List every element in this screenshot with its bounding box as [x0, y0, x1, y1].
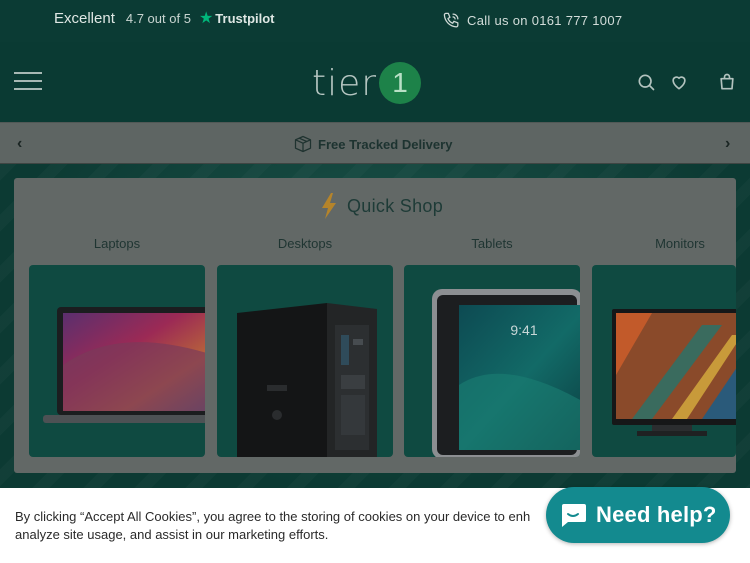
site-logo[interactable]: tier 1 — [312, 62, 422, 104]
tablet-image: 9:41 — [432, 289, 580, 457]
cookie-text: By clicking “Accept All Cookies”, you ag… — [15, 508, 575, 544]
call-us-link[interactable]: Call us on 0161 777 1007 — [442, 11, 622, 30]
delivery-text: Free Tracked Delivery — [318, 136, 453, 152]
category-label-laptops[interactable]: Laptops — [29, 236, 205, 251]
category-label-tablets[interactable]: Tablets — [404, 236, 580, 251]
cookie-text-line-2: analyze site usage, and assist in our ma… — [15, 527, 329, 542]
category-card-monitors[interactable] — [592, 265, 736, 457]
desktop-tower-image — [237, 303, 377, 457]
category-card-laptops[interactable] — [29, 265, 205, 457]
cookie-text-line-1: By clicking “Accept All Cookies”, you ag… — [15, 509, 531, 524]
phone-icon — [443, 12, 459, 28]
category-card-desktops[interactable] — [217, 265, 393, 457]
tablet-clock-text: 9:41 — [510, 322, 537, 338]
top-bar: Excellent 4.7 out of 5 ★ Trustpilot Call… — [0, 0, 750, 42]
chat-bubble-icon — [562, 504, 586, 527]
banner-prev-chevron-icon[interactable]: ‹ — [17, 135, 22, 153]
lightning-bolt-icon — [322, 193, 336, 219]
chat-help-label: Need help? — [596, 502, 717, 527]
laptop-image — [43, 307, 205, 423]
trustpilot-rating[interactable]: Excellent 4.7 out of 5 ★ Trustpilot — [54, 10, 275, 27]
site-header: tier 1 — [0, 42, 750, 122]
monitor-image — [612, 309, 736, 436]
menu-icon[interactable] — [14, 72, 42, 90]
quick-shop-title: Quick Shop — [347, 195, 444, 216]
quick-shop-heading: Quick Shop — [319, 192, 443, 220]
cart-bag-icon[interactable] — [717, 72, 737, 92]
package-box-icon — [294, 135, 312, 153]
banner-next-chevron-icon[interactable]: › — [725, 135, 730, 153]
category-label-monitors[interactable]: Monitors — [592, 236, 750, 251]
chat-help-button[interactable]: Need help? — [546, 487, 730, 543]
trustpilot-star-icon: ★ — [198, 9, 214, 27]
delivery-banner: ‹ Free Tracked Delivery › — [0, 122, 750, 164]
category-card-tablets[interactable]: 9:41 — [404, 265, 580, 457]
call-us-text: Call us on 0161 777 1007 — [467, 13, 623, 28]
logo-wordmark: tier — [312, 62, 378, 104]
rating-score: 4.7 out of 5 — [125, 11, 191, 26]
logo-number-badge: 1 — [379, 62, 422, 104]
category-label-desktops[interactable]: Desktops — [217, 236, 393, 251]
search-icon[interactable] — [636, 72, 656, 92]
rating-excellent-label: Excellent — [54, 10, 115, 27]
wishlist-heart-icon[interactable] — [669, 72, 689, 92]
trustpilot-logo: Trustpilot — [215, 11, 275, 26]
quick-shop-panel: Quick Shop Laptops Desktops Tablets Moni… — [14, 178, 736, 473]
